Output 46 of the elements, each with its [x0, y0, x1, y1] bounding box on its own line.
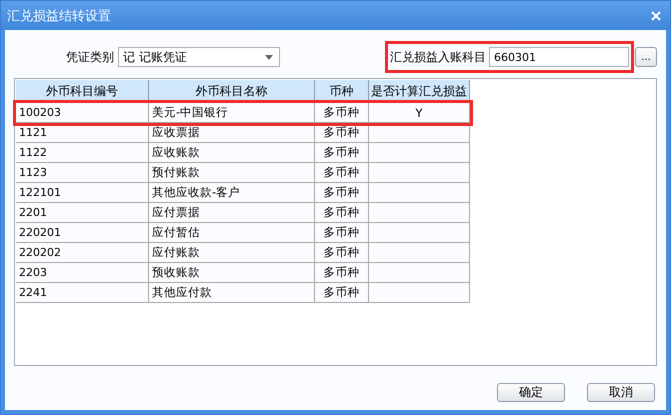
- table-cell: 多币种: [315, 223, 369, 243]
- table-cell: 多币种: [315, 203, 369, 223]
- table-cell: 2241: [16, 283, 149, 303]
- table-cell: 100203: [16, 103, 149, 123]
- table-cell: 多币种: [315, 183, 369, 203]
- table-cell: 多币种: [315, 243, 369, 263]
- table-cell: 应付票据: [149, 203, 315, 223]
- table-cell: 220201: [16, 223, 149, 243]
- table-cell: 1122: [16, 143, 149, 163]
- table-cell: 其他应收款-客户: [149, 183, 315, 203]
- table-cell: 美元-中国银行: [149, 103, 315, 123]
- table-cell: 预收账款: [149, 263, 315, 283]
- window-title: 汇兑损益结转设置: [7, 8, 111, 24]
- table-row[interactable]: 1123 预付账款 多币种: [16, 163, 470, 183]
- table-cell: 122101: [16, 183, 149, 203]
- highlighted-row[interactable]: 100203 美元-中国银行 多币种 Y: [16, 103, 470, 123]
- table-row[interactable]: 1122 应收账款 多币种: [16, 143, 470, 163]
- table-row[interactable]: 1121 应收票据 多币种: [16, 123, 470, 143]
- table-cell: 1123: [16, 163, 149, 183]
- table-cell: 应付账款: [149, 243, 315, 263]
- table-cell: 2203: [16, 263, 149, 283]
- table-cell: 多币种: [315, 283, 369, 303]
- field-label: 汇兑损益入账科目: [390, 48, 486, 66]
- table-cell: 多币种: [315, 143, 369, 163]
- browse-button[interactable]: ...: [635, 47, 657, 67]
- table-cell: 220202: [16, 243, 149, 263]
- cancel-button[interactable]: 取消: [587, 383, 655, 402]
- account-field[interactable]: 660301: [489, 47, 629, 67]
- table-cell: 多币种: [315, 163, 369, 183]
- voucher-type-dropdown[interactable]: 记 记账凭证: [118, 47, 280, 67]
- table-cell: 多币种: [315, 263, 369, 283]
- table-cell: 其他应付款: [149, 283, 315, 303]
- table-cell: 多币种: [315, 103, 369, 123]
- table-row[interactable]: 220201 应付暂估 多币种: [16, 223, 470, 243]
- table-cell: 预付账款: [149, 163, 315, 183]
- ok-button[interactable]: 确定: [497, 383, 565, 402]
- table-cell: 应付暂估: [149, 223, 315, 243]
- table-row[interactable]: 2241 其他应付款 多币种: [16, 283, 470, 303]
- table-row[interactable]: 220202 应付账款 多币种: [16, 243, 470, 263]
- table-cell: 2201: [16, 203, 149, 223]
- field-label: 凭证类别: [66, 48, 114, 66]
- table-row[interactable]: 2201 应付票据 多币种: [16, 203, 470, 223]
- table-row[interactable]: 2203 预收账款 多币种: [16, 263, 470, 283]
- table-cell: 应收账款: [149, 143, 315, 163]
- table-row[interactable]: 122101 其他应收款-客户 多币种: [16, 183, 470, 203]
- table-cell: Y: [369, 103, 470, 123]
